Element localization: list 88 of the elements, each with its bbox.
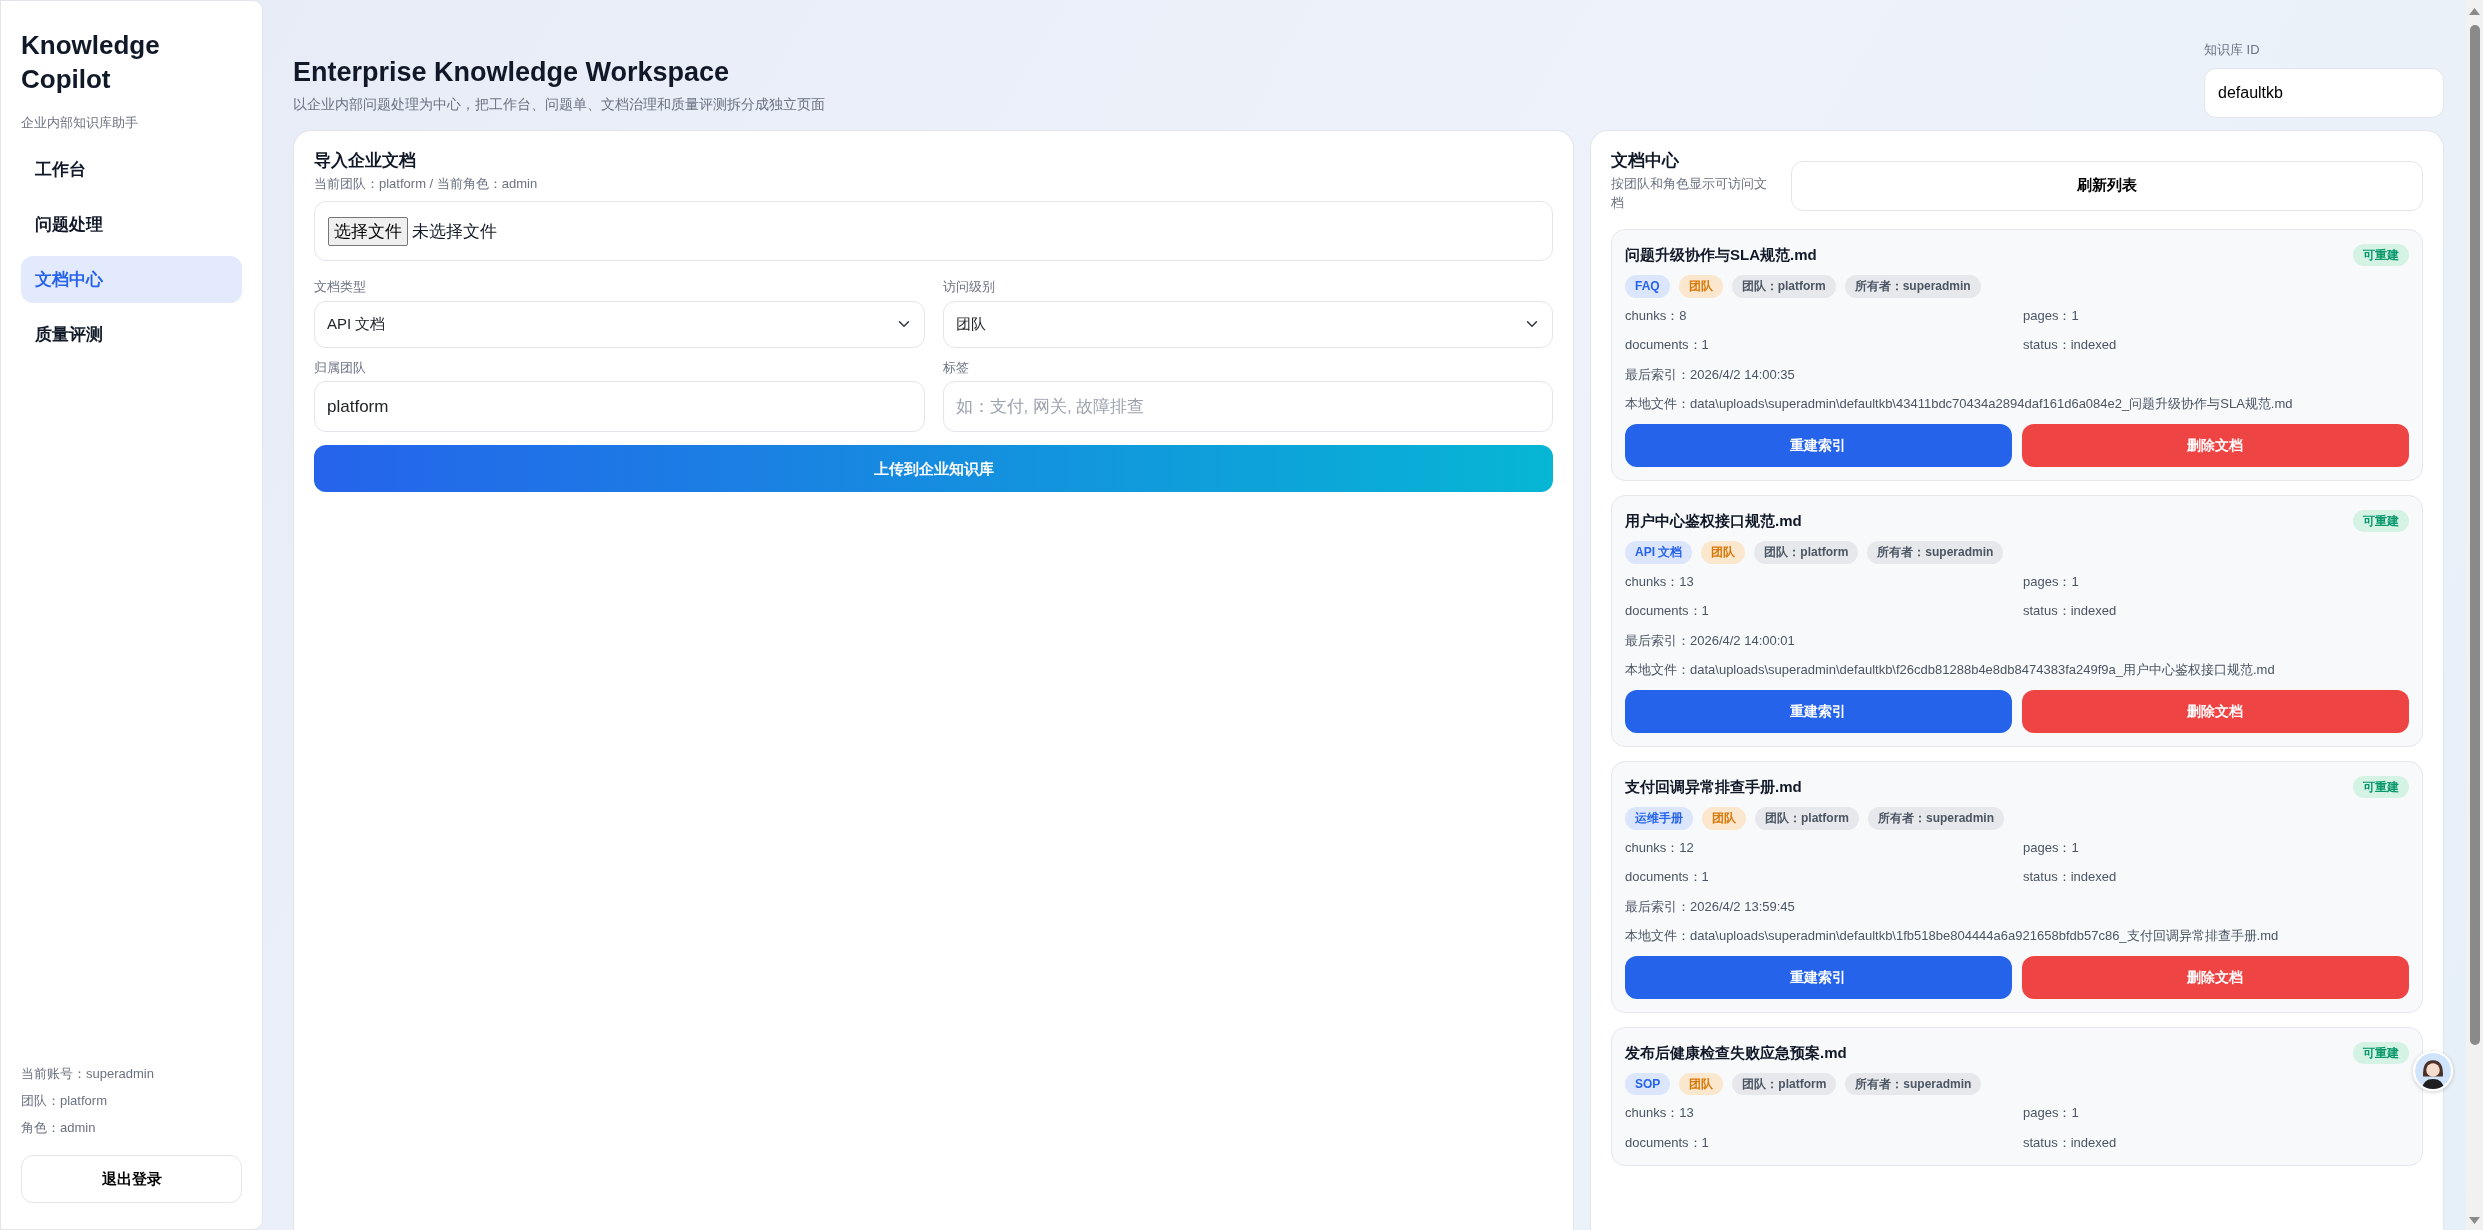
delete-button[interactable]: 删除文档: [2022, 689, 2409, 733]
nav-item[interactable]: 问题处理: [21, 201, 242, 249]
field-label: 文档类型: [314, 278, 367, 297]
stat-text: chunks：8: [1625, 306, 1688, 325]
account-info: 团队：platform: [21, 1092, 108, 1110]
tag: 所有者：superadmin: [1845, 1073, 1982, 1096]
document-name: 支付回调异常排查手册.md: [1625, 776, 1802, 797]
tag: 所有者：superadmin: [1867, 541, 2004, 564]
tag: FAQ: [1625, 275, 1670, 298]
stat-text: pages：1: [2023, 838, 2080, 857]
nav-item[interactable]: 工作台: [21, 146, 242, 194]
stat-text: documents：1: [1625, 868, 1710, 887]
status-tag: 可重建: [2353, 775, 2409, 799]
reindex-button[interactable]: 重建索引: [1625, 423, 2012, 467]
scroll-up-icon[interactable]: [2469, 8, 2480, 15]
status-tag: 可重建: [2353, 509, 2409, 533]
stat-text: documents：1: [1625, 336, 1710, 355]
field-label: 标签: [942, 358, 970, 377]
account-info: 角色：admin: [21, 1119, 97, 1137]
tag: SOP: [1625, 1073, 1671, 1096]
reindex-button[interactable]: 重建索引: [1625, 955, 2012, 999]
delete-button[interactable]: 删除文档: [2022, 423, 2409, 467]
file-status: 未选择文件: [412, 220, 497, 243]
tag: 团队: [1678, 275, 1723, 298]
stat-text: pages：1: [2023, 572, 2080, 591]
stat-text: chunks：12: [1625, 838, 1695, 857]
field-label: 归属团队: [314, 358, 367, 377]
info-text: 本地文件：data\uploads\superadmin\defaultkb\43411bdc70434a2894daf161d6a084e2_问题升级协作与SLA规范.md: [1625, 395, 2294, 414]
section-subtitle: 当前团队：platform / 当前角色：admin: [314, 174, 539, 193]
reindex-button[interactable]: 重建索引: [1625, 689, 2012, 733]
tag: API 文档: [1625, 541, 1693, 564]
field-label: 知识库 ID: [2204, 41, 2261, 59]
info-text: 本地文件：data\uploads\superadmin\defaultkb\f26cdb81288b4e8db8474383fa249f9a_用户中心鉴权接口规范.md: [1625, 661, 2276, 680]
delete-button[interactable]: 删除文档: [2022, 955, 2409, 999]
document-name: 用户中心鉴权接口规范.md: [1625, 510, 1802, 531]
info-text: 本地文件：data\uploads\superadmin\defaultkb\1fb518be804444a6a921658bfdb57c86_支付回调异常排查手册.md: [1625, 927, 2280, 946]
field-label: 访问级别: [942, 278, 996, 297]
stat-text: pages：1: [2023, 306, 2080, 325]
scrollbar[interactable]: [2466, 0, 2483, 1230]
scrollbar-thumb[interactable]: [2469, 25, 2480, 1045]
tag: 团队：platform: [1755, 807, 1859, 830]
file-field[interactable]: 选择文件 未选择文件: [314, 201, 1553, 262]
info-text: 最后索引：2026/4/2 14:00:35: [1625, 365, 1796, 384]
tag: 所有者：superadmin: [1868, 807, 2004, 830]
nav-item[interactable]: 文档中心: [21, 256, 242, 304]
account-info: 当前账号：superadmin: [21, 1065, 155, 1083]
tag: 团队：platform: [1754, 541, 1859, 564]
stat-text: documents：1: [1625, 1133, 1710, 1152]
tag: 团队: [1679, 1073, 1724, 1096]
knowledge-base-id-field[interactable]: defaultkb: [2204, 67, 2444, 118]
avatar[interactable]: [2413, 1051, 2453, 1091]
logout-button[interactable]: 退出登录: [21, 1155, 242, 1203]
stat-text: chunks：13: [1625, 572, 1695, 591]
dropdown[interactable]: 团队: [942, 300, 1553, 348]
stat-text: status：indexed: [2023, 1133, 2118, 1152]
stat-text: documents：1: [1625, 602, 1710, 621]
stat-text: pages：1: [2023, 1104, 2080, 1123]
brand-title: Knowledge Copilot: [21, 29, 161, 96]
section-subtitle: 按团队和角色显示可访问文档: [1611, 174, 1768, 213]
stat-text: status：indexed: [2023, 336, 2118, 355]
stat-text: status：indexed: [2023, 602, 2118, 621]
status-tag: 可重建: [2353, 243, 2409, 267]
section-title: 导入企业文档: [314, 150, 417, 171]
tag: 运维手册: [1625, 807, 1693, 830]
nav-item[interactable]: 质量评测: [21, 311, 242, 359]
choose-file-button[interactable]: 选择文件: [328, 216, 408, 247]
tag: 团队：platform: [1731, 275, 1836, 298]
refresh-button[interactable]: 刷新列表: [1791, 160, 2423, 211]
scroll-down-icon[interactable]: [2469, 1217, 2480, 1224]
section-title: 文档中心: [1611, 150, 1680, 171]
tag: 团队: [1702, 807, 1746, 830]
document-name: 发布后健康检查失败应急预案.md: [1625, 1042, 1847, 1063]
text-field[interactable]: 如：支付, 网关, 故障排查: [942, 381, 1553, 433]
info-text: 最后索引：2026/4/2 14:00:01: [1625, 631, 1796, 650]
tag: 团队：platform: [1732, 1073, 1837, 1096]
stat-text: status：indexed: [2023, 868, 2118, 887]
status-tag: 可重建: [2353, 1041, 2409, 1064]
page-title: Enterprise Knowledge Workspace: [293, 56, 731, 89]
dropdown[interactable]: API 文档: [314, 300, 925, 348]
upload-button[interactable]: 上传到企业知识库: [314, 445, 1553, 493]
tag: 团队: [1701, 541, 1746, 564]
document-name: 问题升级协作与SLA规范.md: [1625, 244, 1817, 265]
tag: 所有者：superadmin: [1844, 275, 1981, 298]
brand-subtitle: 企业内部知识库助手: [21, 113, 139, 132]
info-text: 最后索引：2026/4/2 13:59:45: [1625, 897, 1796, 916]
stat-text: chunks：13: [1625, 1104, 1695, 1123]
text-field[interactable]: platform: [314, 381, 925, 433]
page-subtitle: 以企业内部问题处理为中心，把工作台、问题单、文档治理和质量评测拆分成独立页面: [293, 95, 825, 115]
